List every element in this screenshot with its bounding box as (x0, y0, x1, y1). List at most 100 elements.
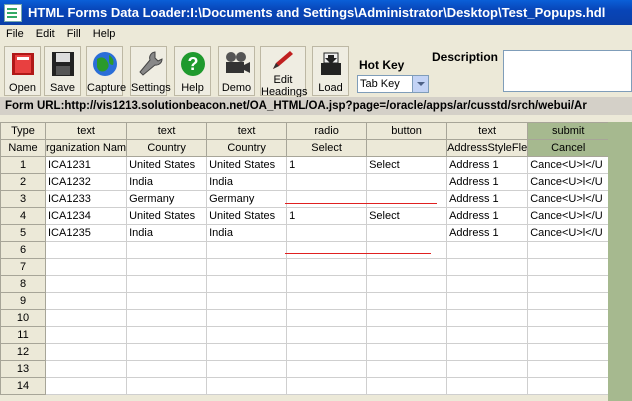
capture-button[interactable]: Capture (86, 46, 126, 96)
grid-cell[interactable]: ICA1234 (44, 207, 128, 225)
grid-cell[interactable] (286, 360, 368, 378)
grid-cell[interactable] (366, 241, 448, 259)
type-cell[interactable]: text (446, 122, 529, 140)
grid-cell[interactable]: United States (206, 207, 288, 225)
name-cell[interactable] (366, 139, 448, 157)
row-number[interactable]: 5 (0, 224, 46, 242)
help-button[interactable]: ? Help (174, 46, 211, 96)
grid-cell[interactable] (126, 309, 208, 327)
grid-cell[interactable] (446, 343, 529, 361)
type-cell[interactable]: text (126, 122, 208, 140)
grid-cell[interactable] (44, 343, 128, 361)
save-button[interactable]: Save (44, 46, 81, 96)
grid-cell[interactable] (446, 309, 529, 327)
grid-cell[interactable] (286, 173, 368, 191)
name-cell[interactable]: Country (126, 139, 208, 157)
name-cell[interactable]: rganization Nam (44, 139, 128, 157)
row-number[interactable]: 8 (0, 275, 46, 293)
grid-cell[interactable]: Cance<U>l</U (527, 173, 610, 191)
menu-fill[interactable]: Fill (61, 28, 87, 40)
row-number[interactable]: 9 (0, 292, 46, 310)
settings-button[interactable]: Settings (130, 46, 171, 96)
grid-cell[interactable] (44, 275, 128, 293)
menu-file[interactable]: File (0, 28, 30, 40)
grid-cell[interactable] (527, 292, 610, 310)
grid-cell[interactable]: Select (366, 207, 448, 225)
grid-cell[interactable] (206, 377, 288, 395)
grid-cell[interactable]: Address 1 (446, 173, 529, 191)
open-button[interactable]: Open (4, 46, 41, 96)
grid-cell[interactable] (126, 292, 208, 310)
grid-cell[interactable] (527, 258, 610, 276)
menu-edit[interactable]: Edit (30, 28, 61, 40)
grid-cell[interactable] (366, 292, 448, 310)
grid-cell[interactable] (527, 326, 610, 344)
grid-cell[interactable] (44, 258, 128, 276)
grid-cell[interactable] (206, 343, 288, 361)
grid-cell[interactable] (44, 292, 128, 310)
grid-cell[interactable]: India (126, 224, 208, 242)
grid-cell[interactable] (286, 258, 368, 276)
demo-button[interactable]: Demo (218, 46, 255, 96)
row-number[interactable]: 2 (0, 173, 46, 191)
grid-cell[interactable]: India (206, 173, 288, 191)
grid-cell[interactable] (286, 343, 368, 361)
grid-cell[interactable]: 1 (286, 156, 368, 174)
type-cell[interactable]: text (44, 122, 128, 140)
menu-help[interactable]: Help (87, 28, 122, 40)
grid-cell[interactable] (286, 326, 368, 344)
grid-cell[interactable]: Select (366, 156, 448, 174)
grid-cell[interactable] (126, 360, 208, 378)
row-number[interactable]: 4 (0, 207, 46, 225)
grid-cell[interactable]: 1 (286, 207, 368, 225)
grid-cell[interactable] (366, 377, 448, 395)
grid-cell[interactable] (206, 326, 288, 344)
grid-cell[interactable] (527, 377, 610, 395)
grid-cell[interactable]: Cance<U>l</U (527, 156, 610, 174)
chevron-down-icon[interactable] (412, 76, 428, 92)
row-number[interactable]: 6 (0, 241, 46, 259)
grid-cell[interactable] (366, 360, 448, 378)
grid-cell[interactable] (366, 326, 448, 344)
type-cell[interactable]: radio (286, 122, 368, 140)
grid-cell[interactable] (366, 275, 448, 293)
grid-cell[interactable] (446, 360, 529, 378)
grid-cell[interactable] (44, 309, 128, 327)
grid-cell[interactable]: India (126, 173, 208, 191)
grid-cell[interactable]: ICA1235 (44, 224, 128, 242)
grid-cell[interactable]: Address 1 (446, 224, 529, 242)
grid-cell[interactable] (286, 309, 368, 327)
grid-cell[interactable] (44, 326, 128, 344)
grid-cell[interactable] (44, 377, 128, 395)
grid-cell[interactable] (446, 326, 529, 344)
edit-headings-button[interactable]: Edit Headings (260, 46, 307, 98)
grid-cell[interactable]: Address 1 (446, 156, 529, 174)
load-button[interactable]: Load (312, 46, 349, 96)
row-number[interactable]: 10 (0, 309, 46, 327)
row-number[interactable]: 7 (0, 258, 46, 276)
grid-cell[interactable] (126, 343, 208, 361)
row-number[interactable]: 3 (0, 190, 46, 208)
grid-cell[interactable] (527, 343, 610, 361)
grid-cell[interactable] (366, 190, 448, 208)
grid-cell[interactable] (286, 377, 368, 395)
grid-cell[interactable]: Address 1 (446, 207, 529, 225)
grid-cell[interactable]: Germany (126, 190, 208, 208)
grid-cell[interactable] (206, 292, 288, 310)
grid-cell[interactable]: ICA1233 (44, 190, 128, 208)
grid-cell[interactable] (366, 343, 448, 361)
scroll-area[interactable] (608, 122, 632, 401)
row-number[interactable]: 12 (0, 343, 46, 361)
grid-cell[interactable] (206, 241, 288, 259)
grid-cell[interactable] (286, 292, 368, 310)
grid-cell[interactable]: Germany (206, 190, 288, 208)
type-cell[interactable]: text (206, 122, 288, 140)
name-cell[interactable]: Select (286, 139, 368, 157)
grid-cell[interactable] (446, 275, 529, 293)
grid-cell[interactable] (206, 258, 288, 276)
grid-cell[interactable] (527, 309, 610, 327)
name-cell[interactable]: AddressStyleFle (446, 139, 529, 157)
grid-cell[interactable] (446, 241, 529, 259)
grid-cell[interactable]: Cance<U>l</U (527, 207, 610, 225)
grid-cell[interactable]: United States (126, 207, 208, 225)
